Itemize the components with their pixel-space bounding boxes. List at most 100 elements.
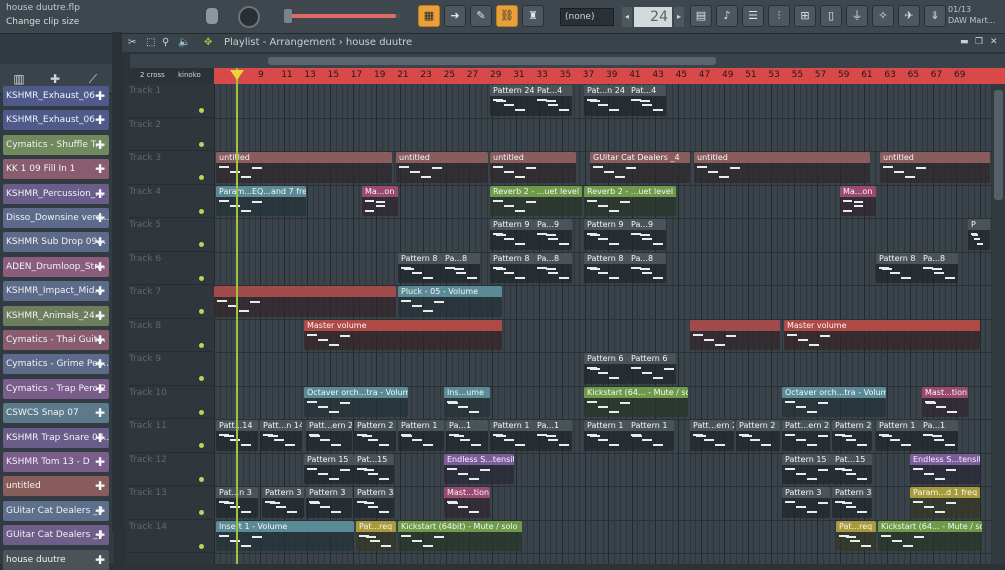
playlist-clip[interactable]: Pattern 2 [832,420,872,451]
pattern-add-icon[interactable]: ✚ [93,162,107,176]
track-mute-led[interactable] [199,409,204,415]
track-mute-led[interactable] [199,275,204,281]
brush-icon[interactable]: ✎ [470,5,492,27]
playlist-clip[interactable]: untitled [216,152,392,183]
track-mute-led[interactable] [199,141,204,147]
playhead[interactable] [236,68,238,564]
playlist-clip[interactable]: Endless S...tensit [444,453,514,484]
master-volume-handle[interactable] [284,9,292,23]
playlist-clip[interactable]: Param...d 1 freq [910,487,980,518]
track-mute-led[interactable] [199,510,204,515]
playlist-clip[interactable]: Pat...15 [354,453,394,484]
pattern-item[interactable]: GUitar Cat Dealers _3 ✚ [3,500,109,521]
playlist-clip[interactable]: Reverb 2 - ...uet level [584,185,676,216]
playlist-clip[interactable]: Kickstart (64... - Mute / solo [878,520,982,551]
piano-roll-icon[interactable]: ♪ [716,5,738,27]
pattern-item[interactable]: KK 1 09 Fill In 1 ✚ [3,159,109,180]
arrow-icon[interactable]: ➜ [444,5,466,27]
track-mute-led[interactable] [199,376,204,381]
link-icon[interactable]: ⛓ [496,5,518,27]
pattern-item[interactable]: Cymatics - Trap Perc 2 ✚ [3,378,109,399]
playlist-clip[interactable]: Pattern 1 [398,420,444,451]
playlist-clip[interactable]: Pa...1 [920,420,958,451]
playlist-clip[interactable]: Pa...8 [628,252,666,283]
playback-icon[interactable]: 🔈 [178,37,190,48]
playlist-clip[interactable]: Pattern 6 [584,353,628,384]
horizontal-scroll-thumb[interactable] [268,57,716,65]
performance-icon[interactable]: ✧ [872,5,894,27]
playlist-clip[interactable]: Pattern 2 [354,420,396,451]
pattern-add-icon[interactable]: ✚ [93,553,107,567]
playlist-clip[interactable]: Pattern 8 [398,252,442,283]
playlist-clip[interactable]: Kickstart (64bit) - Mute / solo [398,520,522,551]
playlist-clip[interactable]: Pattern 8 [584,252,628,283]
playlist-clip[interactable]: GUitar Cat Dealers _4 [590,152,690,183]
playlist-clip[interactable]: Param...EQ...and 7 freq [216,185,306,216]
playlist-clip[interactable]: Pluck - 05 - Volume [398,286,502,317]
plugin-icon[interactable]: ⏚ [846,5,868,27]
channel-rack-icon[interactable]: ☰ [742,5,764,27]
news-panel[interactable]: 01/13 DAW Mart... [948,4,995,26]
playlist-clip[interactable]: Octaver orch...tra - Volume [782,386,886,417]
playlist-clip[interactable]: Pattern 8 [876,252,920,283]
playlist-clip[interactable]: Kickstart (64... - Mute / solo [584,386,688,417]
playlist-clip[interactable]: Pa...8 [534,252,572,283]
pattern-item[interactable]: KSHMR Tom 13 - D ✚ [3,452,109,472]
mixer-icon[interactable]: ⫶ [768,5,790,27]
playlist-clip[interactable]: Pattern 8 [490,252,534,283]
playlist-clip[interactable]: Pattern 9 [584,219,628,250]
pattern-item[interactable]: GUitar Cat Dealers _4 ✚ [3,525,109,546]
master-volume-slider[interactable] [284,14,400,18]
playlist-clip[interactable]: Mast...tion [444,487,490,518]
playlist-clip[interactable]: Pa...8 [920,252,958,283]
playlist-clip[interactable]: Patt...n 14 [260,420,302,451]
download-icon[interactable]: ⇓ [924,5,946,27]
playlist-clip[interactable]: Ins...ume [444,386,490,417]
playlist-clip[interactable]: Pattern 24 [490,85,534,116]
pattern-item[interactable]: KSHMR_Exhaust_06 ✚ [3,110,109,131]
pattern-item[interactable]: house duutre ✚ [3,549,109,570]
playlist-icon[interactable]: ▤ [690,5,712,27]
pattern-add-icon[interactable]: ✚ [93,504,107,518]
pattern-add-icon[interactable]: ✚ [93,333,107,347]
mixer-select[interactable]: (none) [560,8,614,26]
maximize-icon[interactable]: ❐ [975,37,983,47]
track-mute-led[interactable] [199,342,204,348]
playlist-clip[interactable]: Ma...on [840,185,876,216]
track-mute-led[interactable] [199,108,204,113]
playlist-clip[interactable]: Pat...req [836,520,876,551]
playlist-clip[interactable]: untitled [694,152,870,183]
pattern-song-toggle[interactable]: ▦ [418,5,440,27]
playlist-clip[interactable]: Pat...4 [534,85,572,116]
pattern-item[interactable]: KSHMR_Animals_24... ✚ [3,305,109,326]
playlist-clip[interactable]: Pattern 3 [354,487,394,518]
pattern-add-icon[interactable]: ✚ [93,138,107,152]
pattern-add-icon[interactable]: ✚ [93,431,107,445]
playlist-clip[interactable]: Patt...ern 2 [782,420,830,451]
track-mute-led[interactable] [199,242,204,247]
playlist-clip[interactable]: Pattern 15 [304,453,354,484]
track-mute-led[interactable] [199,175,204,180]
minimize-icon[interactable]: ▬ [960,37,969,47]
pattern-add-icon[interactable]: ✚ [93,113,107,127]
playlist-clip[interactable]: Mast...tion [922,386,968,417]
pattern-item[interactable]: untitled ✚ [3,476,109,497]
playlist-grid[interactable]: Pattern 24 Pat...4 Pat...n 24 Pat...4 untitl… [214,84,1005,564]
tempo-display[interactable]: 24 [634,7,672,27]
track-mute-led[interactable] [199,309,204,314]
playlist-clip[interactable]: Patt...ern 2 [690,420,734,451]
pattern-add-icon[interactable]: ✚ [93,284,107,298]
playlist-clip[interactable]: P [968,219,990,250]
playlist-clip[interactable]: Pat...15 [832,453,872,484]
file-icon[interactable]: ▯ [820,5,842,27]
playlist-clip[interactable]: Endless S...tensit [910,453,980,484]
pattern-item[interactable]: KSHMR Trap Snare 08... ✚ [3,427,109,448]
picker-scrollbar[interactable] [112,32,122,532]
pattern-add-icon[interactable]: ✚ [93,455,107,469]
vertical-scroll-thumb[interactable] [994,90,1003,200]
playlist-clip[interactable]: Pattern 15 [782,453,832,484]
track-mute-led[interactable] [199,208,204,214]
playlist-clip[interactable]: Master volume [304,319,502,350]
playlist-clip[interactable]: Master volume [784,319,980,350]
playlist-clip[interactable]: Pattern 9 [490,219,534,250]
